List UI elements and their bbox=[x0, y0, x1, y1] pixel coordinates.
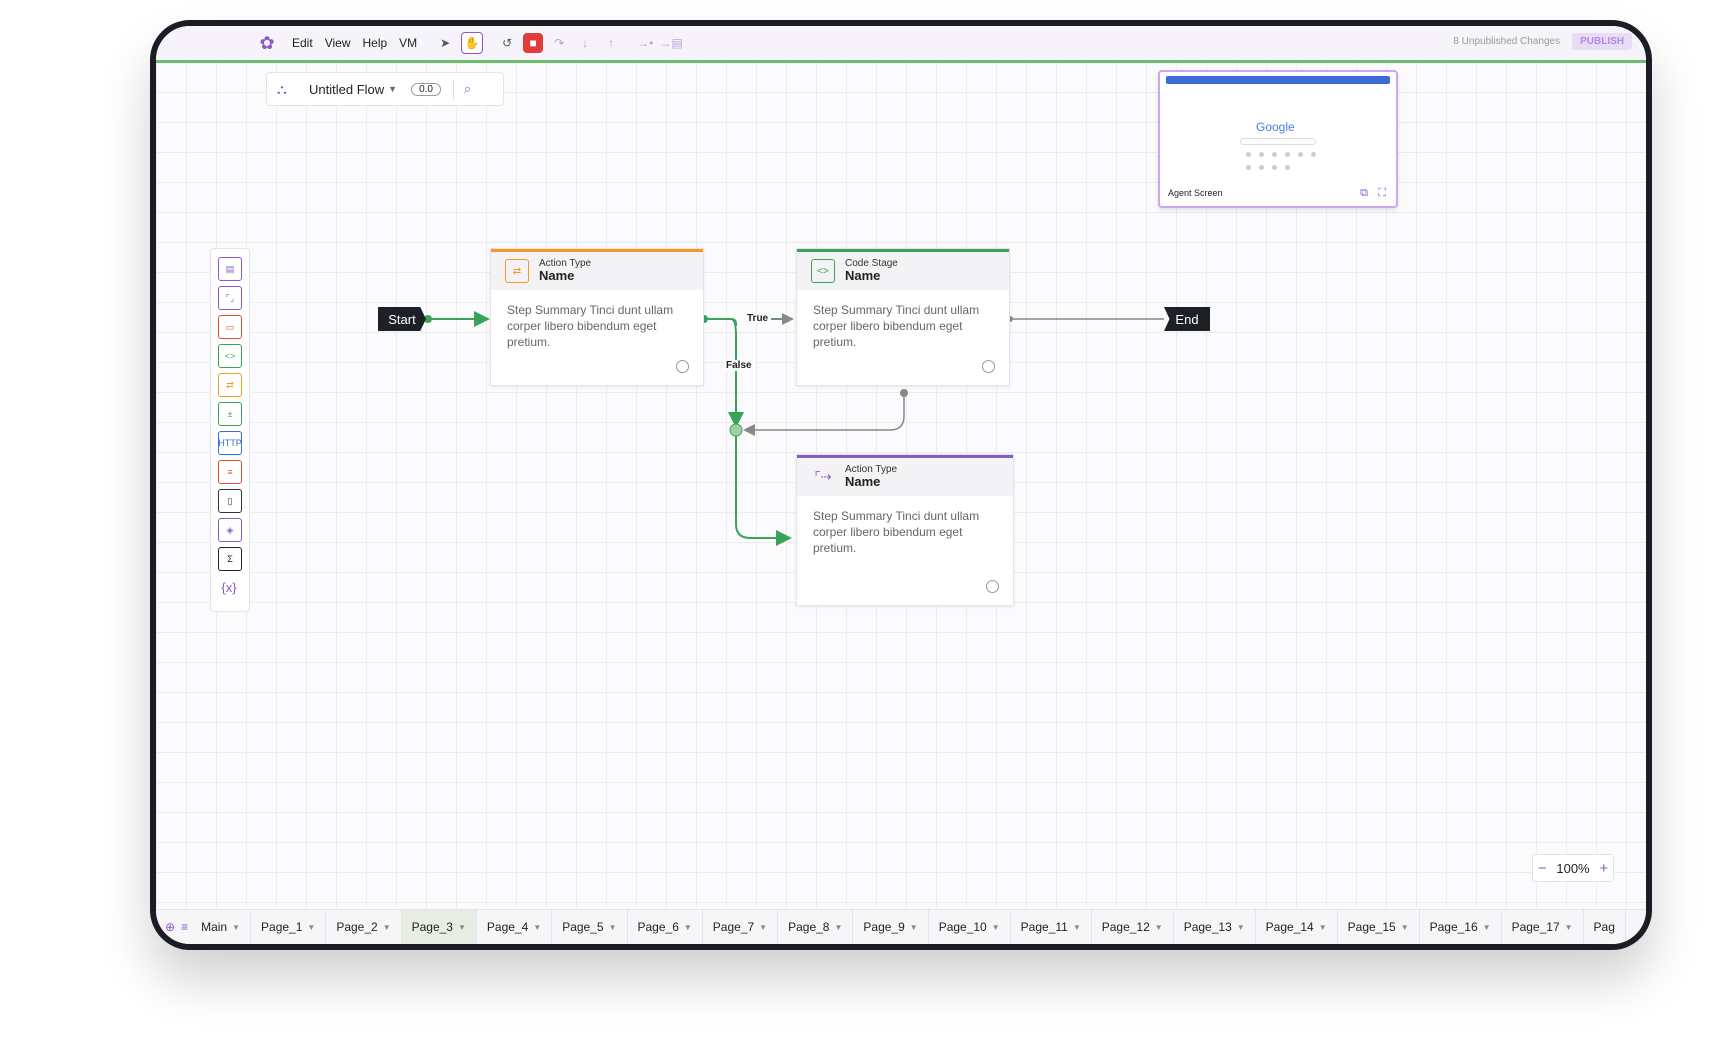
tab-label: Page_6 bbox=[637, 920, 679, 934]
true-edge-label: True bbox=[744, 313, 772, 324]
code-stage-node[interactable]: <> Code Stage Name Step Summary Tinci dun… bbox=[796, 248, 1010, 386]
tab-page_1[interactable]: Page_1 ▼ bbox=[251, 910, 327, 944]
chevron-down-icon[interactable]: ▼ bbox=[684, 923, 692, 932]
tab-label: Page_10 bbox=[938, 920, 987, 934]
chevron-down-icon[interactable]: ▼ bbox=[232, 923, 240, 932]
chevron-down-icon[interactable]: ▼ bbox=[609, 923, 617, 932]
node-summary: Step Summary Tinci dunt ullam corper lib… bbox=[813, 509, 980, 556]
chevron-down-icon[interactable]: ▼ bbox=[1401, 923, 1409, 932]
node-summary: Step Summary Tinci dunt ullam corper lib… bbox=[813, 303, 980, 350]
node-status-circle[interactable] bbox=[982, 360, 995, 373]
tab-page_17[interactable]: Page_17 ▼ bbox=[1502, 910, 1584, 944]
start-terminal[interactable]: Start bbox=[378, 307, 426, 331]
tab-pag[interactable]: Pag bbox=[1584, 910, 1626, 944]
action-node-1[interactable]: ⇄ Action Type Name Step Summary Tinci dun… bbox=[490, 248, 704, 386]
tab-page_6[interactable]: Page_6 ▼ bbox=[628, 910, 703, 944]
tab-page_7[interactable]: Page_7 ▼ bbox=[703, 910, 779, 944]
node-header: <> Code Stage Name bbox=[797, 249, 1009, 290]
tab-label: Page_14 bbox=[1265, 920, 1314, 934]
tab-label: Page_4 bbox=[486, 920, 529, 934]
tab-page_8[interactable]: Page_8 ▼ bbox=[778, 910, 854, 944]
node-header: ⌜⇢ Action Type Name bbox=[797, 455, 1013, 496]
chevron-down-icon[interactable]: ▼ bbox=[1565, 923, 1573, 932]
tab-page_12[interactable]: Page_12 ▼ bbox=[1092, 910, 1174, 944]
zoom-in-button[interactable]: + bbox=[1599, 860, 1608, 877]
node-name: Name bbox=[845, 268, 881, 284]
chevron-down-icon[interactable]: ▼ bbox=[1237, 923, 1245, 932]
tab-label: Page_11 bbox=[1020, 920, 1068, 934]
edge-code-loop bbox=[743, 393, 905, 436]
tab-label: Pag bbox=[1593, 920, 1615, 934]
chevron-down-icon[interactable]: ▼ bbox=[834, 923, 842, 932]
app-screen: ✿ Edit View Help VM ➤ ✋ ↺ ■ ↷ ↓ ↑ →• →▤ … bbox=[156, 26, 1646, 944]
tab-label: Page_5 bbox=[562, 920, 604, 934]
code-icon: <> bbox=[811, 259, 835, 283]
false-edge-label: False bbox=[723, 360, 755, 371]
node-name: Name bbox=[539, 268, 575, 284]
tab-page_5[interactable]: Page_5 ▼ bbox=[552, 910, 628, 944]
zoom-control: − 100% + bbox=[1532, 854, 1614, 882]
device-frame: ✿ Edit View Help VM ➤ ✋ ↺ ■ ↷ ↓ ↑ →• →▤ … bbox=[150, 20, 1652, 950]
tab-label: Page_17 bbox=[1511, 920, 1560, 934]
tab-page_3[interactable]: Page_3 ▼ bbox=[401, 910, 477, 944]
edge-false bbox=[728, 318, 744, 428]
chevron-down-icon[interactable]: ▼ bbox=[1319, 923, 1327, 932]
zoom-out-button[interactable]: − bbox=[1538, 860, 1547, 877]
tab-label: Page_1 bbox=[261, 920, 303, 934]
chevron-down-icon[interactable]: ▼ bbox=[759, 923, 767, 932]
expand-icon: ⌜⇢ bbox=[814, 469, 832, 484]
tab-label: Page_16 bbox=[1429, 920, 1478, 934]
chevron-down-icon[interactable]: ▼ bbox=[533, 923, 541, 932]
tab-page_16[interactable]: Page_16 ▼ bbox=[1420, 910, 1502, 944]
add-page-icon[interactable]: ⊕ bbox=[165, 920, 175, 934]
tab-label: Page_3 bbox=[411, 920, 453, 934]
tab-label: Page_7 bbox=[712, 920, 755, 934]
node-summary: Step Summary Tinci dunt ullam corper lib… bbox=[507, 303, 674, 350]
tab-label: Page_13 bbox=[1183, 920, 1232, 934]
menu-icon[interactable]: ≡ bbox=[181, 920, 188, 934]
action-icon: ⇄ bbox=[505, 259, 529, 283]
tab-label: Page_9 bbox=[863, 920, 905, 934]
action-node-2[interactable]: ⌜⇢ Action Type Name Step Summary Tinci du… bbox=[796, 454, 1014, 606]
tab-page_14[interactable]: Page_14 ▼ bbox=[1256, 910, 1338, 944]
tab-page_11[interactable]: Page_11 ▼ bbox=[1011, 910, 1092, 944]
edge-to-bottom-action bbox=[735, 436, 792, 546]
chevron-down-icon[interactable]: ▼ bbox=[1155, 923, 1163, 932]
tab-label: Page_2 bbox=[336, 920, 378, 934]
tab-page_10[interactable]: Page_10 ▼ bbox=[929, 910, 1011, 944]
chevron-down-icon[interactable]: ▼ bbox=[458, 923, 466, 932]
chevron-down-icon[interactable]: ▼ bbox=[383, 923, 391, 932]
chevron-down-icon[interactable]: ▼ bbox=[1483, 923, 1491, 932]
tab-page_15[interactable]: Page_15 ▼ bbox=[1338, 910, 1420, 944]
node-status-circle[interactable] bbox=[676, 360, 689, 373]
end-terminal[interactable]: End bbox=[1164, 307, 1210, 331]
tab-label: Main bbox=[201, 920, 228, 934]
tab-page_2[interactable]: Page_2 ▼ bbox=[326, 910, 402, 944]
node-name: Name bbox=[845, 474, 881, 490]
chevron-down-icon[interactable]: ▼ bbox=[910, 923, 918, 932]
zoom-level: 100% bbox=[1556, 860, 1590, 876]
chevron-down-icon[interactable]: ▼ bbox=[992, 923, 1000, 932]
chevron-down-icon[interactable]: ▼ bbox=[307, 923, 315, 932]
tab-label: Page_8 bbox=[788, 920, 830, 934]
tab-page_4[interactable]: Page_4 ▼ bbox=[477, 910, 553, 944]
tab-label: Page_12 bbox=[1101, 920, 1150, 934]
tab-main[interactable]: Main ▼ bbox=[191, 910, 252, 944]
node-header: ⇄ Action Type Name bbox=[491, 249, 703, 290]
page-tabs: ⊕ ≡ Main ▼ Page_1 ▼ Page_2 ▼ Page_3 ▼ Page_4 ▼ Pag… bbox=[156, 909, 1646, 944]
tab-page_13[interactable]: Page_13 ▼ bbox=[1174, 910, 1256, 944]
chevron-down-icon[interactable]: ▼ bbox=[1073, 923, 1081, 932]
tab-page_9[interactable]: Page_9 ▼ bbox=[853, 910, 929, 944]
tab-label: Page_15 bbox=[1347, 920, 1396, 934]
node-status-circle[interactable] bbox=[986, 580, 999, 593]
